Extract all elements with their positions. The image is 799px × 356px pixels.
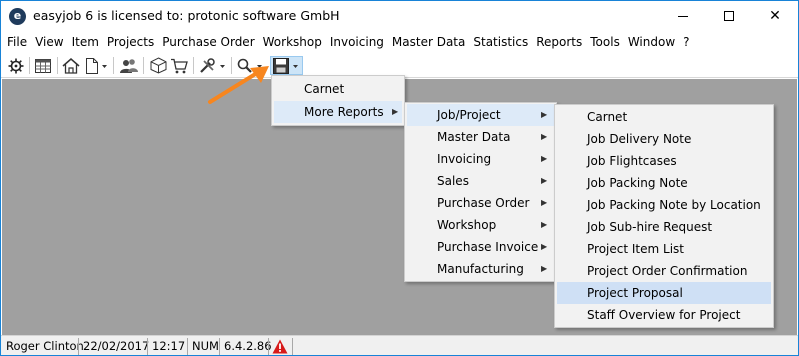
status-divider	[147, 338, 148, 355]
home-icon	[62, 57, 80, 74]
home-button[interactable]	[61, 56, 81, 75]
menu-item-workshop[interactable]: Workshop ▶	[407, 214, 554, 236]
app-logo-icon: e	[9, 8, 26, 25]
menu-view[interactable]: View	[31, 33, 67, 53]
submenu-arrow-icon: ▶	[541, 132, 548, 141]
document-icon	[86, 57, 107, 74]
minimize-icon	[678, 16, 688, 17]
menu-item-project-proposal[interactable]: Project Proposal	[557, 282, 771, 304]
menu-item-invoicing[interactable]: Invoicing ▶	[407, 148, 554, 170]
menu-item-manufacturing[interactable]: Manufacturing ▶	[407, 258, 554, 280]
menu-item-more-reports[interactable]: More Reports ▶	[274, 101, 402, 123]
settings-wheel-button[interactable]	[6, 56, 26, 75]
menu-item-job-packing-note[interactable]: Job Packing Note	[557, 172, 771, 194]
job-project-submenu: Carnet Job Delivery Note Job Flightcases…	[554, 104, 774, 328]
menu-projects[interactable]: Projects	[103, 33, 158, 53]
maximize-button[interactable]	[706, 1, 752, 32]
menu-invoicing[interactable]: Invoicing	[326, 33, 388, 53]
submenu-arrow-icon: ▶	[541, 198, 548, 207]
app-window: e easyjob 6 is licensed to: protonic sof…	[0, 0, 799, 356]
print-dropdown-menu: Carnet More Reports ▶	[271, 75, 405, 126]
table-icon	[35, 58, 51, 73]
status-divider	[292, 338, 293, 355]
menu-window[interactable]: Window	[624, 33, 679, 53]
status-divider	[268, 338, 269, 355]
submenu-arrow-icon: ▶	[541, 242, 548, 251]
window-title: easyjob 6 is licensed to: protonic softw…	[33, 8, 340, 23]
status-divider	[187, 338, 188, 355]
menu-item-project-order-confirmation[interactable]: Project Order Confirmation	[557, 260, 771, 282]
orange-pointer-arrow-icon	[208, 66, 269, 104]
status-num-lock: NUM	[192, 339, 219, 353]
menu-statistics[interactable]: Statistics	[469, 33, 532, 53]
status-version: 6.4.2.86	[224, 339, 272, 353]
cart-button[interactable]	[169, 56, 189, 75]
menu-item-master-data[interactable]: Master Data ▶	[407, 126, 554, 148]
menu-item-project-item-list[interactable]: Project Item List	[557, 238, 771, 260]
menu-workshop[interactable]: Workshop	[259, 33, 326, 53]
save-disk-icon	[273, 57, 298, 74]
users-button[interactable]	[118, 56, 140, 75]
settings-wheel-icon	[8, 58, 24, 73]
status-divider	[219, 338, 220, 355]
menu-bar: File View Item Projects Purchase Order W…	[1, 33, 798, 53]
status-date: 22/02/2017	[83, 339, 150, 353]
menu-item-job-packing-note-by-location[interactable]: Job Packing Note by Location	[557, 194, 771, 216]
document-dropdown-button[interactable]	[83, 56, 109, 75]
users-icon	[120, 58, 138, 73]
status-user: Roger Clinton	[6, 339, 84, 353]
toolbar-separator	[193, 57, 194, 74]
warning-icon[interactable]	[272, 339, 288, 354]
menu-item-job-sub-hire-request[interactable]: Job Sub-hire Request	[557, 216, 771, 238]
menu-item-job-carnet[interactable]: Carnet	[557, 106, 771, 128]
submenu-arrow-icon: ▶	[392, 107, 399, 116]
table-button[interactable]	[33, 56, 53, 75]
box-icon	[150, 57, 166, 74]
menu-tools[interactable]: Tools	[586, 33, 624, 53]
menu-item[interactable]: Item	[68, 33, 103, 53]
toolbar-separator	[113, 57, 114, 74]
submenu-arrow-icon: ▶	[541, 264, 548, 273]
menu-item-staff-overview-for-project[interactable]: Staff Overview for Project	[557, 304, 771, 326]
menu-item-job-project[interactable]: Job/Project ▶	[407, 104, 554, 126]
menu-purchase-order[interactable]: Purchase Order	[158, 33, 258, 53]
submenu-arrow-icon: ▶	[541, 220, 548, 229]
toolbar-separator	[143, 57, 144, 74]
menu-item-purchase-invoice[interactable]: Purchase Invoice ▶	[407, 236, 554, 258]
box-button[interactable]	[148, 56, 168, 75]
menu-item-purchase-order[interactable]: Purchase Order ▶	[407, 192, 554, 214]
menu-master-data[interactable]: Master Data	[388, 33, 469, 53]
menu-item-sales[interactable]: Sales ▶	[407, 170, 554, 192]
close-icon: ✕	[769, 8, 781, 24]
menu-reports[interactable]: Reports	[532, 33, 586, 53]
menu-file[interactable]: File	[3, 33, 31, 53]
minimize-button[interactable]	[660, 1, 706, 32]
submenu-arrow-icon: ▶	[541, 154, 548, 163]
toolbar-separator	[29, 57, 30, 74]
title-bar: e easyjob 6 is licensed to: protonic sof…	[1, 1, 798, 32]
more-reports-submenu: Job/Project ▶ Master Data ▶ Invoicing ▶ …	[404, 102, 557, 282]
menu-help[interactable]: ?	[679, 33, 693, 53]
maximize-icon	[724, 11, 734, 21]
status-time: 12:17	[152, 339, 186, 353]
status-bar: Roger Clinton 22/02/2017 12:17 NUM 6.4.2…	[1, 335, 798, 355]
submenu-arrow-icon: ▶	[541, 176, 548, 185]
cart-icon	[171, 58, 188, 73]
close-button[interactable]: ✕	[752, 1, 798, 32]
menu-item-job-flightcases[interactable]: Job Flightcases	[557, 150, 771, 172]
menu-item-carnet[interactable]: Carnet	[274, 78, 402, 100]
menu-item-job-delivery-note[interactable]: Job Delivery Note	[557, 128, 771, 150]
submenu-arrow-icon: ▶	[541, 110, 548, 119]
status-divider	[78, 338, 79, 355]
toolbar-separator	[57, 57, 58, 74]
